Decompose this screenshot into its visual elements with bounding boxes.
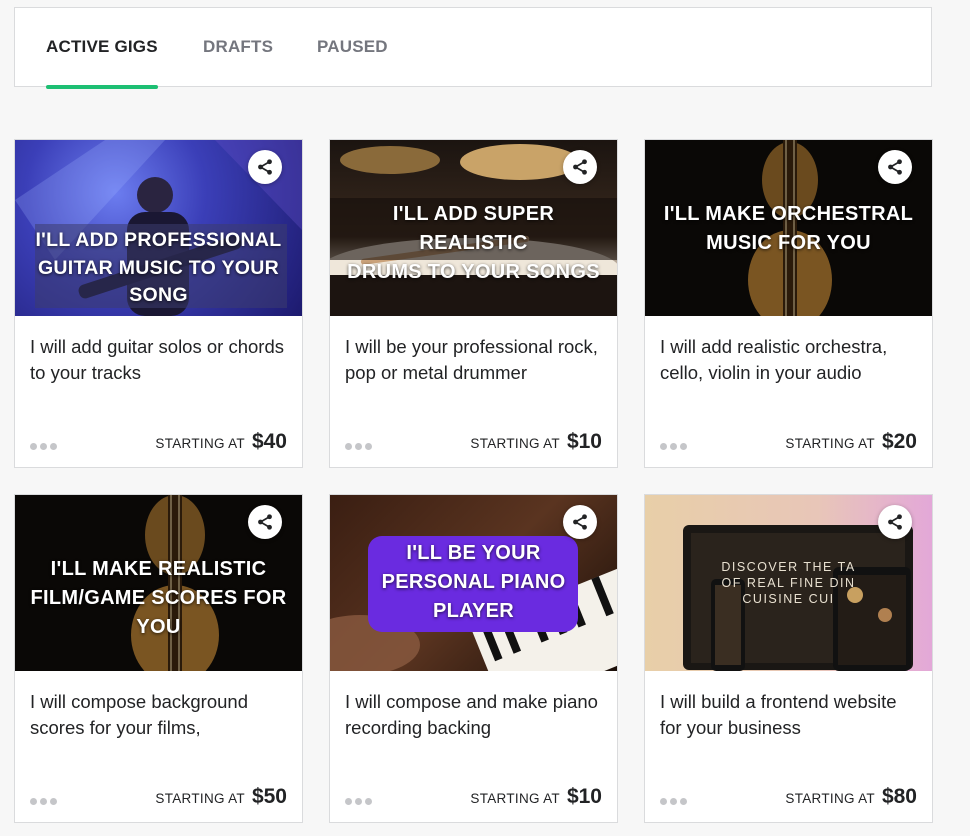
share-icon	[258, 159, 272, 175]
gig-title[interactable]: I will compose and make piano recording …	[345, 689, 607, 741]
share-button[interactable]	[878, 150, 912, 184]
thumbnail-caption: I'LL ADD SUPER REALISTIC DRUMS TO YOUR S…	[347, 203, 600, 283]
gig-title[interactable]: I will add realistic orchestra, cello, v…	[660, 334, 922, 386]
gig-title[interactable]: I will build a frontend website for your…	[660, 689, 922, 741]
price-label: STARTING AT	[470, 436, 560, 451]
gig-thumbnail[interactable]: I'LL ADD SUPER REALISTIC DRUMS TO YOUR S…	[330, 140, 617, 316]
price-label: STARTING AT	[785, 791, 875, 806]
tab-active-gigs[interactable]: ACTIVE GIGS	[46, 8, 158, 89]
gig-price: STARTING AT $40	[155, 430, 287, 454]
thumbnail-caption: I'LL MAKE ORCHESTRAL MUSIC FOR YOU	[663, 203, 914, 254]
share-button[interactable]	[563, 150, 597, 184]
price-label: STARTING AT	[155, 436, 245, 451]
price-value: $10	[566, 430, 602, 453]
gig-card[interactable]: I'LL ADD SUPER REALISTIC DRUMS TO YOUR S…	[329, 139, 618, 468]
gig-title[interactable]: I will add guitar solos or chords to you…	[30, 334, 292, 386]
gig-price: STARTING AT $10	[470, 430, 602, 454]
price-label: STARTING AT	[470, 791, 560, 806]
gig-price: STARTING AT $50	[155, 785, 287, 809]
gig-price: STARTING AT $80	[785, 785, 917, 809]
thumbnail-caption: DISCOVER THE TA OF REAL FINE DIN CUISINE…	[721, 560, 856, 606]
share-button[interactable]	[248, 505, 282, 539]
thumbnail-caption: I'LL MAKE REALISTIC FILM/GAME SCORES FOR…	[30, 558, 287, 638]
gig-title[interactable]: I will be your professional rock, pop or…	[345, 334, 607, 386]
gig-card[interactable]: DISCOVER THE TA OF REAL FINE DIN CUISINE…	[644, 494, 933, 823]
share-button[interactable]	[878, 505, 912, 539]
gig-card[interactable]: I'LL ADD PROFESSIONAL GUITAR MUSIC TO YO…	[14, 139, 303, 468]
gig-price: STARTING AT $20	[785, 430, 917, 454]
share-icon	[573, 159, 587, 175]
gig-thumbnail[interactable]: DISCOVER THE TA OF REAL FINE DIN CUISINE…	[645, 495, 932, 671]
more-options-button[interactable]	[345, 794, 377, 808]
more-options-button[interactable]	[660, 794, 692, 808]
price-value: $80	[881, 785, 917, 808]
gig-price: STARTING AT $10	[470, 785, 602, 809]
price-value: $50	[251, 785, 287, 808]
more-options-button[interactable]	[30, 439, 62, 453]
more-options-button[interactable]	[345, 439, 377, 453]
tab-drafts[interactable]: DRAFTS	[203, 8, 273, 88]
price-label: STARTING AT	[155, 791, 245, 806]
price-value: $40	[251, 430, 287, 453]
gig-title[interactable]: I will compose background scores for you…	[30, 689, 292, 741]
gig-thumbnail[interactable]: I'LL ADD PROFESSIONAL GUITAR MUSIC TO YO…	[15, 140, 302, 316]
price-value: $20	[881, 430, 917, 453]
more-options-button[interactable]	[30, 794, 62, 808]
gig-card[interactable]: I'LL MAKE REALISTIC FILM/GAME SCORES FOR…	[14, 494, 303, 823]
price-value: $10	[566, 785, 602, 808]
tab-paused[interactable]: PAUSED	[317, 8, 388, 88]
more-options-button[interactable]	[660, 439, 692, 453]
share-icon	[573, 514, 587, 530]
thumbnail-caption: I'LL ADD PROFESSIONAL GUITAR MUSIC TO YO…	[35, 229, 282, 306]
gig-thumbnail[interactable]: I'LL BE YOUR PERSONAL PIANO PLAYER	[330, 495, 617, 671]
gig-status-tabs: ACTIVE GIGS DRAFTS PAUSED	[14, 7, 932, 89]
gig-card[interactable]: I'LL MAKE ORCHESTRAL MUSIC FOR YOU I wil…	[644, 139, 933, 468]
gig-card[interactable]: I'LL BE YOUR PERSONAL PIANO PLAYER I wil…	[329, 494, 618, 823]
thumbnail-caption: I'LL BE YOUR PERSONAL PIANO PLAYER	[381, 542, 566, 622]
share-icon	[888, 514, 902, 530]
gig-thumbnail[interactable]: I'LL MAKE ORCHESTRAL MUSIC FOR YOU	[645, 140, 932, 316]
share-icon	[258, 514, 272, 530]
share-button[interactable]	[563, 505, 597, 539]
gig-thumbnail[interactable]: I'LL MAKE REALISTIC FILM/GAME SCORES FOR…	[15, 495, 302, 671]
price-label: STARTING AT	[785, 436, 875, 451]
share-icon	[888, 159, 902, 175]
share-button[interactable]	[248, 150, 282, 184]
